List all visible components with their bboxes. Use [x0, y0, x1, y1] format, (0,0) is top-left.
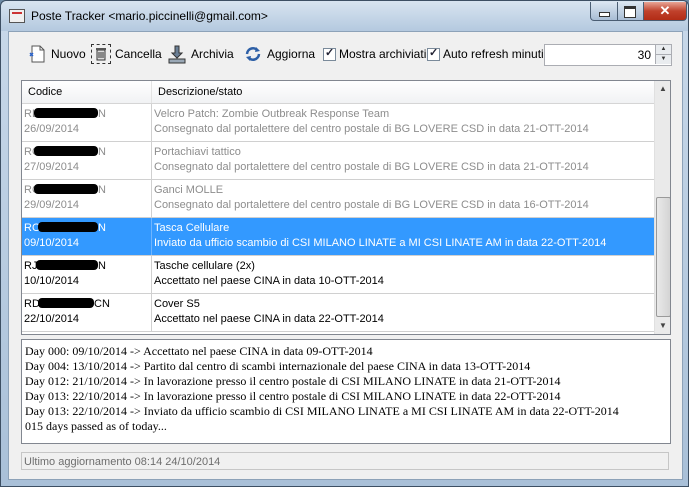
column-header-code[interactable]: Codice [22, 81, 152, 103]
spin-up-button[interactable]: ▲ [655, 45, 671, 55]
code-suffix: N [98, 184, 106, 196]
column-header-description[interactable]: Descrizione/stato [152, 81, 658, 103]
new-button-label: Nuovo [51, 47, 86, 61]
redacted-code [38, 222, 98, 232]
show-archived-label: Mostra archiviati [339, 47, 427, 61]
log-line: 015 days passed as of today... [25, 419, 167, 433]
close-button[interactable]: ✕ [643, 2, 687, 21]
refresh-button[interactable]: Aggiorna [243, 42, 315, 66]
row-title: Tasche cellulare (2x) [154, 260, 255, 272]
minimize-button[interactable] [590, 2, 618, 21]
table-row-selected[interactable]: RO N 09/10/2014 Tasca Cellulare Inviato d… [22, 218, 654, 256]
table-scrollbar[interactable]: ▲ ▼ [654, 81, 670, 334]
row-status: Consegnato dal portalettere del centro p… [154, 123, 589, 135]
redacted-code [38, 298, 94, 308]
auto-refresh-minutes-input[interactable]: 30 ▲ ▼ [544, 44, 672, 66]
row-status: Accettato nel paese CINA in data 10-OTT-… [154, 275, 384, 287]
row-title: Tasca Cellulare [154, 222, 230, 234]
log-line: Day 013: 22/10/2014 -> Inviato da uffici… [25, 404, 619, 418]
row-title: Cover S5 [154, 298, 200, 310]
new-document-icon [27, 44, 47, 64]
minimize-icon [599, 12, 610, 17]
archive-button-label: Archivia [191, 47, 234, 61]
archive-icon [167, 44, 187, 64]
delete-button[interactable]: Cancella [91, 42, 162, 66]
spin-down-button[interactable]: ▼ [655, 55, 671, 64]
code-suffix: N [98, 146, 106, 158]
log-line: Day 004: 13/10/2014 -> Partito dal centr… [25, 359, 531, 373]
code-suffix: N [98, 260, 106, 272]
redacted-code [34, 108, 98, 118]
maximize-button[interactable] [617, 2, 644, 21]
scroll-up-icon[interactable]: ▲ [655, 81, 670, 97]
code-suffix: N [98, 108, 106, 120]
row-date: 26/09/2014 [24, 123, 80, 135]
maximize-icon [624, 6, 636, 18]
toolbar: Nuovo Cancella Archivia Aggiorna ✓ Mostr… [9, 32, 682, 76]
row-title: Portachiavi tattico [154, 146, 241, 158]
scrollbar-thumb[interactable] [656, 197, 670, 317]
table-row[interactable]: RJ N 10/10/2014 Tasche cellulare (2x) Acc… [22, 256, 654, 294]
log-line: Day 012: 21/10/2014 -> In lavorazione pr… [25, 374, 561, 388]
app-icon [9, 9, 25, 23]
table-row[interactable]: RG N 29/09/2014 Ganci MOLLE Consegnato da… [22, 180, 654, 218]
shipments-table: Codice Descrizione/stato RL N 26/09/2014 … [21, 80, 671, 335]
log-line: Day 000: 09/10/2014 -> Accettato nel pae… [25, 344, 373, 358]
refresh-icon [243, 44, 263, 64]
row-status: Consegnato dal portalettere del centro p… [154, 161, 589, 173]
show-archived-check-icon [323, 46, 336, 61]
status-bar: Ultimo aggiornamento 08:14 24/10/2014 [21, 452, 669, 470]
table-row[interactable]: RL N 26/09/2014 Velcro Patch: Zombie Outb… [22, 104, 654, 142]
auto-refresh-check-icon [427, 46, 440, 61]
row-status: Inviato da ufficio scambio di CSI MILANO… [154, 237, 607, 249]
archive-button[interactable]: Archivia [167, 42, 234, 66]
client-area: Nuovo Cancella Archivia Aggiorna ✓ Mostr… [8, 31, 683, 480]
close-icon: ✕ [659, 3, 671, 18]
refresh-button-label: Aggiorna [267, 47, 316, 61]
code-suffix: N [98, 222, 106, 234]
redacted-code [34, 146, 98, 156]
table-row[interactable]: RG N 27/09/2014 Portachiavi tattico Conse… [22, 142, 654, 180]
row-date: 29/09/2014 [24, 199, 80, 211]
log-line: Day 013: 22/10/2014 -> In lavorazione pr… [25, 389, 561, 403]
code-suffix: CN [94, 298, 110, 310]
row-date: 22/10/2014 [24, 313, 80, 325]
main-window: Poste Tracker <mario.piccinelli@gmail.co… [0, 0, 689, 487]
redacted-code [34, 184, 98, 194]
auto-refresh-checkbox[interactable]: Auto refresh minuti: [427, 42, 547, 66]
auto-refresh-minutes-value: 30 [637, 48, 651, 62]
trash-icon [91, 44, 111, 64]
row-title: Velcro Patch: Zombie Outbreak Response T… [154, 108, 390, 120]
delete-button-label: Cancella [115, 47, 162, 61]
tracking-log[interactable]: Day 000: 09/10/2014 -> Accettato nel pae… [21, 339, 671, 444]
row-date: 27/09/2014 [24, 161, 80, 173]
row-title: Ganci MOLLE [154, 184, 224, 196]
row-date: 09/10/2014 [24, 237, 80, 249]
row-status: Accettato nel paese CINA in data 22-OTT-… [154, 313, 384, 325]
redacted-code [36, 260, 98, 270]
scroll-down-icon[interactable]: ▼ [655, 318, 670, 334]
table-row[interactable]: RD CN 22/10/2014 Cover S5 Accettato nel p… [22, 294, 654, 332]
table-header: Codice Descrizione/stato [22, 81, 654, 104]
row-status: Consegnato dal portalettere del centro p… [154, 199, 589, 211]
title-bar[interactable]: Poste Tracker <mario.piccinelli@gmail.co… [1, 1, 688, 31]
show-archived-checkbox[interactable]: Mostra archiviati [323, 42, 426, 66]
window-title: Poste Tracker <mario.piccinelli@gmail.co… [31, 9, 268, 23]
auto-refresh-label: Auto refresh minuti: [443, 47, 548, 61]
row-date: 10/10/2014 [24, 275, 80, 287]
new-button[interactable]: Nuovo [27, 42, 86, 66]
